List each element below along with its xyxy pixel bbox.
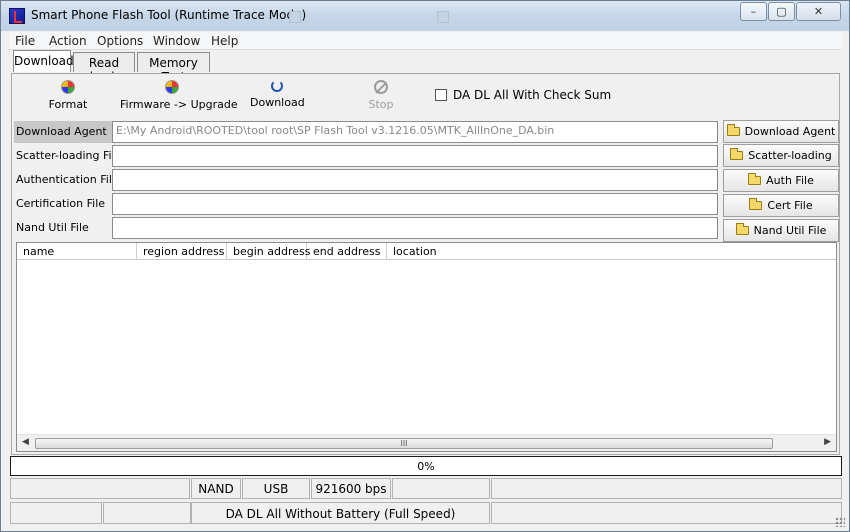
scatter-loading-label: Scatter-loading File xyxy=(16,149,122,162)
tab-read-back[interactable]: Read back xyxy=(73,52,135,84)
menu-file[interactable]: File xyxy=(15,34,35,48)
background-window-icon xyxy=(437,11,449,23)
checksum-label: DA DL All With Check Sum xyxy=(453,88,612,102)
download-agent-label: Download Agent xyxy=(14,121,112,143)
column-name[interactable]: name xyxy=(17,243,137,259)
maximize-button[interactable]: ▢ xyxy=(768,2,795,21)
button-label: Scatter-loading xyxy=(748,149,832,162)
column-begin-address[interactable]: begin address xyxy=(227,243,310,259)
scroll-thumb[interactable]: III xyxy=(35,438,773,449)
nand-util-file-label: Nand Util File xyxy=(16,221,89,234)
menu-bar: File Action Options Window Help xyxy=(9,32,842,50)
status-cell-empty xyxy=(392,478,490,499)
status-cell-empty xyxy=(103,502,191,524)
scroll-right-icon[interactable]: ▶ xyxy=(824,437,831,447)
authentication-file-label: Authentication File xyxy=(16,173,119,186)
status-cell-empty xyxy=(491,502,842,524)
menu-action[interactable]: Action xyxy=(49,34,87,48)
tab-download[interactable]: Download xyxy=(13,50,74,72)
stop-icon xyxy=(374,80,388,94)
status-cell-empty xyxy=(10,478,190,499)
cert-file-button[interactable]: Cert File xyxy=(723,194,839,217)
download-label: Download xyxy=(250,96,305,109)
nand-util-file-field[interactable] xyxy=(112,217,718,239)
column-region-address[interactable]: region address xyxy=(137,243,227,259)
partition-table[interactable]: name region address begin address end ad… xyxy=(16,242,837,452)
firmware-upgrade-icon xyxy=(165,80,179,94)
main-window: Smart Phone Flash Tool (Runtime Trace Mo… xyxy=(0,0,850,532)
app-icon xyxy=(9,8,25,24)
progress-text: 0% xyxy=(417,460,435,473)
certification-file-label: Certification File xyxy=(16,197,106,210)
table-header: name region address begin address end ad… xyxy=(17,243,836,260)
scroll-left-icon[interactable]: ◀ xyxy=(22,437,29,447)
status-cell-empty xyxy=(10,502,102,524)
menu-options[interactable]: Options xyxy=(97,34,143,48)
stop-label: Stop xyxy=(368,98,394,111)
column-end-address[interactable]: end address xyxy=(307,243,387,259)
firmware-upgrade-label: Firmware -> Upgrade xyxy=(120,98,238,111)
close-button[interactable]: ✕ xyxy=(796,2,841,21)
button-label: Cert File xyxy=(767,199,813,212)
folder-icon xyxy=(726,124,740,136)
format-icon xyxy=(61,80,75,94)
status-storage: NAND xyxy=(191,478,241,499)
folder-icon xyxy=(748,173,762,185)
auth-file-button[interactable]: Auth File xyxy=(723,169,839,192)
title-bar[interactable]: Smart Phone Flash Tool (Runtime Trace Mo… xyxy=(1,1,849,31)
nand-util-file-button[interactable]: Nand Util File xyxy=(723,219,839,242)
format-button[interactable]: Format xyxy=(48,80,88,111)
download-agent-button[interactable]: Download Agent xyxy=(723,120,839,143)
authentication-file-field[interactable] xyxy=(112,169,718,191)
folder-icon xyxy=(749,198,763,210)
menu-help[interactable]: Help xyxy=(211,34,238,48)
download-agent-field[interactable]: E:\My Android\ROOTED\tool root\SP Flash … xyxy=(112,121,718,143)
button-label: Auth File xyxy=(766,174,814,187)
download-panel: Format Firmware -> Upgrade Download Stop… xyxy=(11,73,840,455)
status-cell-empty xyxy=(491,478,842,499)
download-button[interactable]: Download xyxy=(250,80,305,109)
certification-file-field[interactable] xyxy=(112,193,718,215)
column-location[interactable]: location xyxy=(387,243,836,259)
scatter-loading-button[interactable]: Scatter-loading xyxy=(723,144,839,167)
stop-button[interactable]: Stop xyxy=(366,80,396,111)
status-baud: 921600 bps xyxy=(311,478,391,499)
window-title: Smart Phone Flash Tool (Runtime Trace Mo… xyxy=(31,8,307,22)
firmware-upgrade-button[interactable]: Firmware -> Upgrade xyxy=(120,80,238,111)
horizontal-scrollbar[interactable]: ◀ III ▶ xyxy=(17,434,836,451)
scatter-loading-field[interactable] xyxy=(112,145,718,167)
checkbox-box[interactable] xyxy=(435,89,447,101)
download-icon xyxy=(271,80,283,92)
format-label: Format xyxy=(48,98,88,111)
checksum-checkbox[interactable]: DA DL All With Check Sum xyxy=(435,88,611,102)
button-label: Download Agent xyxy=(744,125,836,138)
folder-icon xyxy=(730,148,744,160)
status-port: USB xyxy=(242,478,310,499)
tab-memory-test[interactable]: Memory Test xyxy=(137,52,210,84)
minimize-button[interactable]: – xyxy=(740,2,767,21)
background-window-icon xyxy=(289,11,301,23)
button-label: Nand Util File xyxy=(753,224,827,237)
status-mode: DA DL All Without Battery (Full Speed) xyxy=(191,502,490,524)
resize-grip-icon[interactable] xyxy=(835,517,845,527)
folder-icon xyxy=(735,223,749,235)
progress-bar: 0% xyxy=(10,456,842,476)
menu-window[interactable]: Window xyxy=(153,34,200,48)
